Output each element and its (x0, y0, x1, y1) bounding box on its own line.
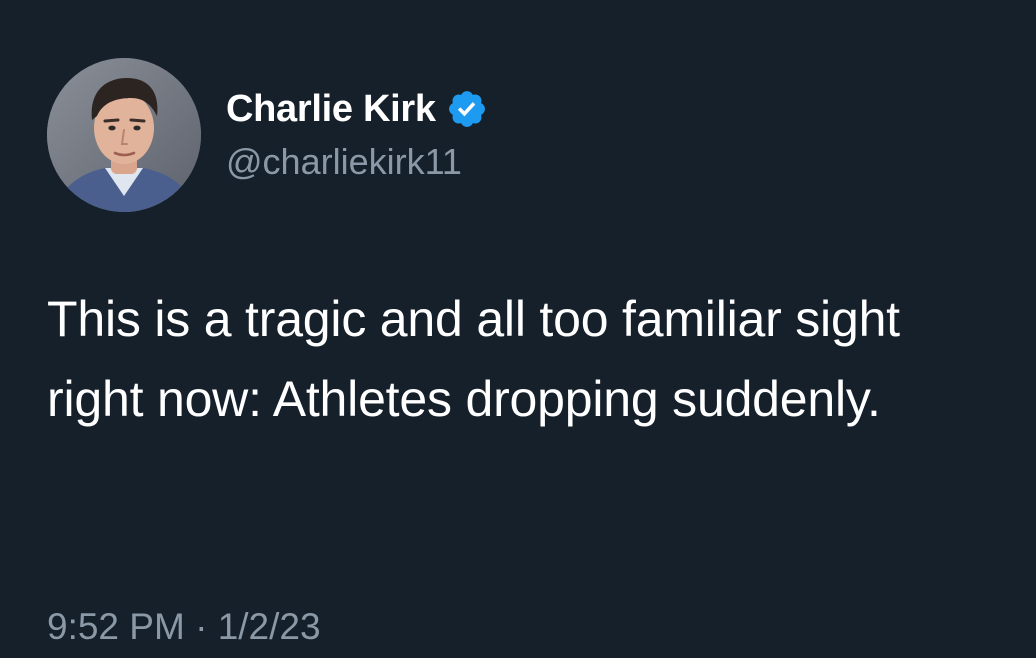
profile-photo (47, 58, 201, 212)
verified-badge-icon (446, 88, 488, 130)
avatar[interactable] (47, 58, 201, 212)
author-name-row[interactable]: Charlie Kirk (226, 84, 488, 134)
tweet-timestamp[interactable]: 9:52 PM · 1/2/23 (47, 602, 321, 652)
meta-separator: · (195, 606, 208, 647)
tweet-text: This is a tragic and all too familiar si… (47, 291, 900, 427)
tweet-date: 1/2/23 (217, 606, 321, 647)
tweet-time: 9:52 PM (47, 606, 185, 647)
author-display-name[interactable]: Charlie Kirk (226, 84, 436, 134)
author-handle[interactable]: @charliekirk11 (226, 139, 462, 185)
tweet-card: Charlie Kirk @charliekirk11 This is a tr… (0, 0, 1036, 658)
